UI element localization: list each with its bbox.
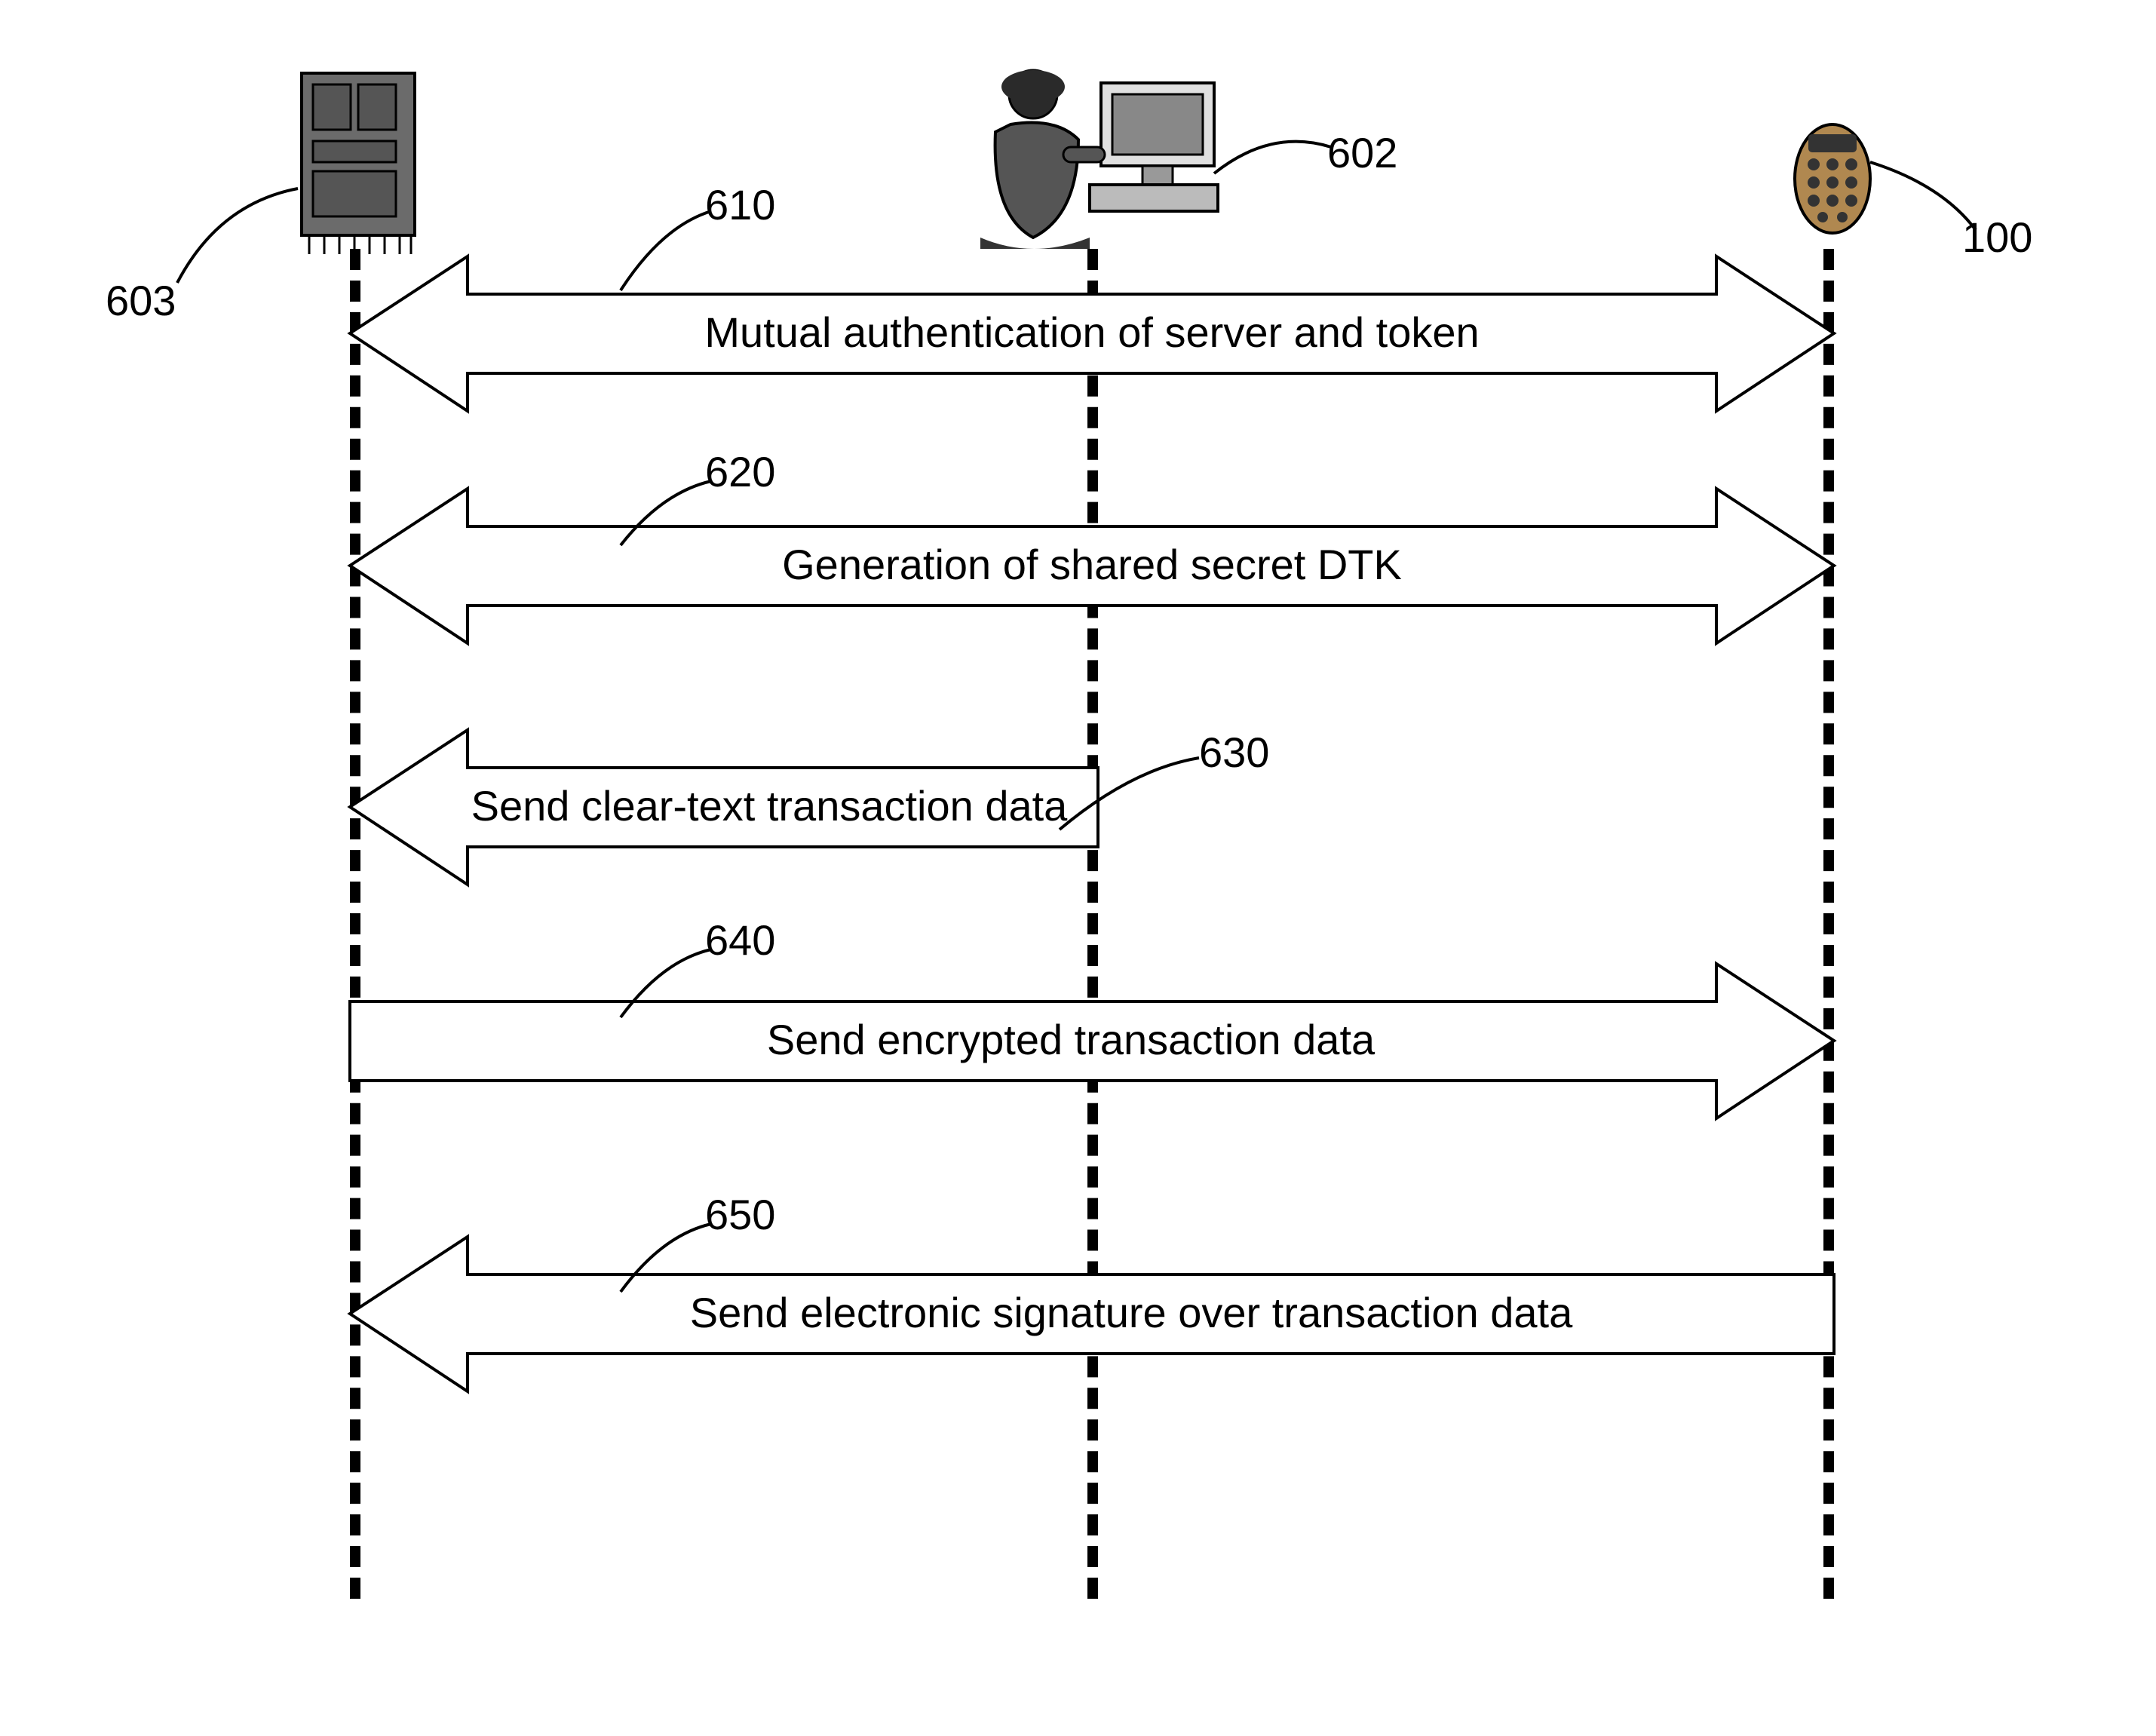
arrow-640-text: Send encrypted transaction data xyxy=(767,1016,1375,1063)
label-server-ref: 603 xyxy=(106,276,176,325)
arrow-630: Send clear-text transaction data xyxy=(347,722,1101,892)
arrow-640: Send encrypted transaction data xyxy=(347,956,1837,1126)
arrow-610: Mutual authentication of server and toke… xyxy=(347,249,1837,419)
token-icon xyxy=(1791,121,1874,238)
user-icon xyxy=(950,64,1237,260)
arrow-650: Send electronic signature over transacti… xyxy=(347,1229,1837,1399)
arrow-610-text: Mutual authentication of server and toke… xyxy=(704,308,1479,356)
arrow-650-text: Send electronic signature over transacti… xyxy=(690,1289,1573,1336)
arrow-620: Generation of shared secret DTK xyxy=(347,481,1837,651)
arrow-630-text: Send clear-text transaction data xyxy=(471,782,1069,830)
sequence-diagram: 603 602 100 Mutual authentication of ser… xyxy=(0,0,2156,1736)
arrow-620-text: Generation of shared secret DTK xyxy=(782,541,1402,588)
